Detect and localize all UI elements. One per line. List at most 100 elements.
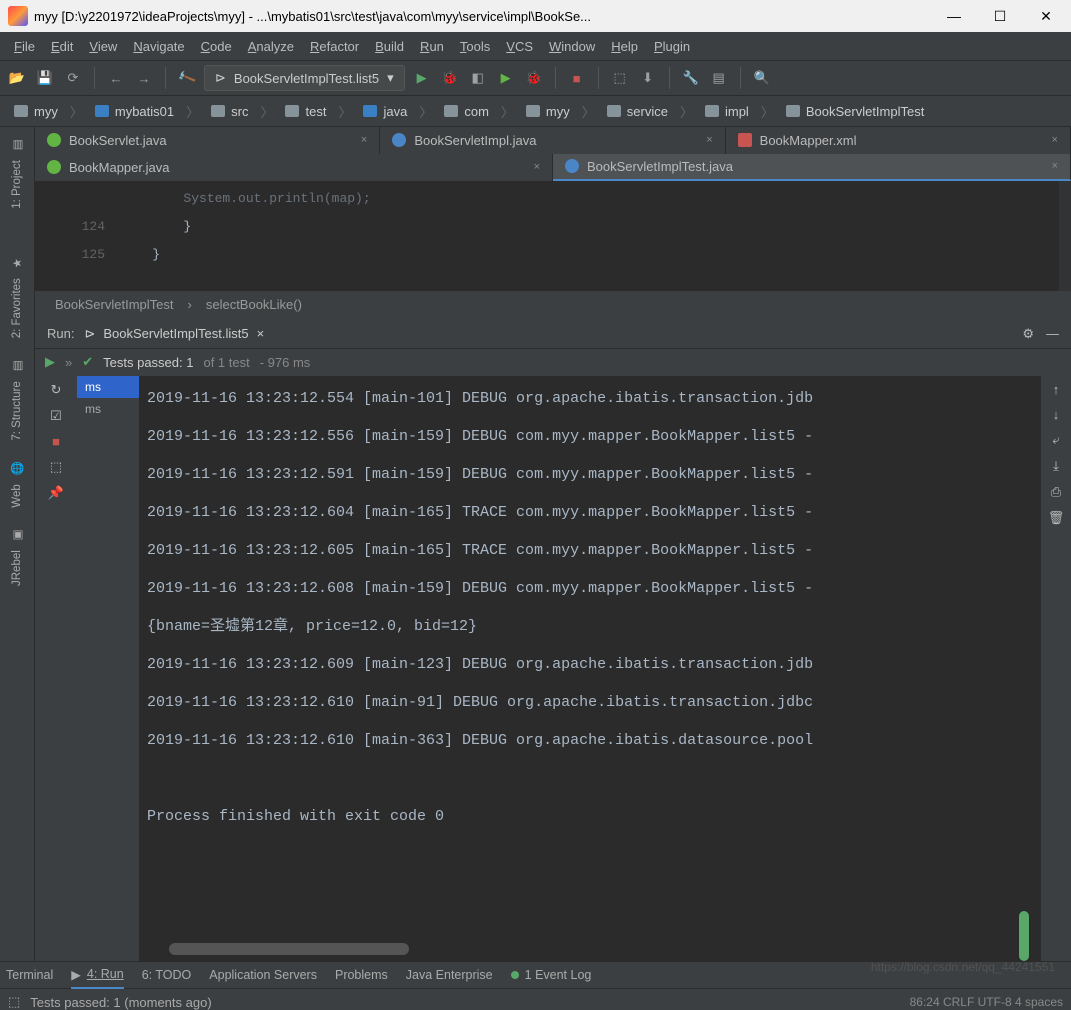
jrebel-debug-icon[interactable]: 🐞 xyxy=(523,67,545,89)
test-tree-item[interactable]: ms xyxy=(77,398,139,420)
breadcrumb-item[interactable]: myy xyxy=(518,99,578,123)
menu-item-help[interactable]: Help xyxy=(611,39,638,54)
bottom-tab-application-servers[interactable]: Application Servers xyxy=(209,968,317,982)
code-area[interactable]: System.out.println(map); } } xyxy=(121,181,1059,291)
sidebar-tab-favorites[interactable]: 2: Favorites ★ xyxy=(10,249,24,346)
show-passed-icon[interactable]: ☑ xyxy=(50,408,62,424)
open-icon[interactable]: 📂 xyxy=(6,67,28,89)
breadcrumb-item[interactable]: impl xyxy=(697,99,757,123)
back-icon[interactable]: ← xyxy=(105,67,127,89)
scroll-end-icon[interactable]: ⤓ xyxy=(1053,458,1059,474)
down-icon[interactable]: ↓ xyxy=(1053,407,1060,422)
bottom-tab-event-log[interactable]: 1 Event Log xyxy=(511,968,592,982)
menu-item-refactor[interactable]: Refactor xyxy=(310,39,359,54)
breadcrumb-class[interactable]: BookServletImplTest xyxy=(55,297,174,312)
test-tree[interactable]: ms ms xyxy=(77,376,139,961)
menu-item-tools[interactable]: Tools xyxy=(460,39,490,54)
gear-icon[interactable]: ⚙ xyxy=(1022,326,1034,342)
minimize-button[interactable]: — xyxy=(931,0,977,32)
print-icon[interactable]: ⎙ xyxy=(1051,484,1061,500)
structure-icon[interactable]: ▤ xyxy=(708,67,730,89)
menu-item-file[interactable]: File xyxy=(14,39,35,54)
menu-item-view[interactable]: View xyxy=(89,39,117,54)
breadcrumb-item[interactable]: java xyxy=(355,99,415,123)
console-output[interactable]: 2019-11-16 13:23:12.554 [main-101] DEBUG… xyxy=(139,376,1041,961)
close-tab-icon[interactable]: × xyxy=(534,161,540,173)
menu-item-code[interactable]: Code xyxy=(201,39,232,54)
bottom-tab-4-run[interactable]: ▶4: Run xyxy=(71,961,123,989)
menu-item-edit[interactable]: Edit xyxy=(51,39,73,54)
bottom-tab-problems[interactable]: Problems xyxy=(335,968,388,982)
status-icon[interactable]: ⬚ xyxy=(8,994,20,1010)
breadcrumb-item[interactable]: service xyxy=(599,99,676,123)
close-tab-icon[interactable]: × xyxy=(361,134,367,146)
editor-tab[interactable]: BookServletImplTest.java× xyxy=(553,154,1071,181)
settings-icon[interactable]: 🔧 xyxy=(680,67,702,89)
menu-item-vcs[interactable]: VCS xyxy=(506,39,533,54)
java-file-icon xyxy=(565,159,579,173)
run-tab-close[interactable]: × xyxy=(257,326,265,341)
console-line: 2019-11-16 13:23:12.591 [main-159] DEBUG… xyxy=(147,456,1041,494)
console-line: {bname=圣墟第12章, price=12.0, bid=12} xyxy=(147,608,1041,646)
close-tab-icon[interactable]: × xyxy=(1052,134,1058,146)
breadcrumb-item[interactable]: myy xyxy=(6,99,66,123)
breadcrumb-item[interactable]: BookServletImplTest xyxy=(778,99,933,123)
search-icon[interactable]: 🔍 xyxy=(751,67,773,89)
breadcrumb-item[interactable]: src xyxy=(203,99,256,123)
menu-item-navigate[interactable]: Navigate xyxy=(133,39,184,54)
breadcrumb-item[interactable]: mybatis01 xyxy=(87,99,182,123)
coverage-icon[interactable]: ◧ xyxy=(467,67,489,89)
history-icon[interactable]: ↻ xyxy=(51,382,62,398)
pin-icon[interactable]: 📌 xyxy=(48,485,64,501)
run-config-selector[interactable]: ⊳ BookServletImplTest.list5 ▾ xyxy=(204,65,405,91)
attach-icon[interactable]: ⬇ xyxy=(637,67,659,89)
close-tab-icon[interactable]: × xyxy=(1052,160,1058,172)
forward-icon[interactable]: → xyxy=(133,67,155,89)
wrap-icon[interactable]: ⤶ xyxy=(1052,432,1059,448)
vertical-scrollbar[interactable] xyxy=(1019,911,1029,961)
bottom-tab-terminal[interactable]: Terminal xyxy=(6,968,53,982)
build-icon[interactable]: 🔨 xyxy=(172,63,201,92)
editor-tab[interactable]: BookServletImpl.java× xyxy=(380,127,725,154)
horizontal-scrollbar[interactable] xyxy=(169,943,409,955)
profiler-icon[interactable]: ⬚ xyxy=(609,67,631,89)
collapse-icon[interactable]: — xyxy=(1046,326,1059,341)
sidebar-tab-structure[interactable]: 7: Structure ▤ xyxy=(10,352,24,449)
menu-item-plugin[interactable]: Plugin xyxy=(654,39,690,54)
close-button[interactable]: ✕ xyxy=(1023,0,1069,32)
bottom-tab-6-todo[interactable]: 6: TODO xyxy=(142,968,192,982)
debug-button[interactable]: 🐞 xyxy=(439,67,461,89)
stop-icon[interactable]: ■ xyxy=(52,434,60,449)
editor-tab[interactable]: BookMapper.xml× xyxy=(726,127,1071,154)
run-button[interactable]: ▶ xyxy=(411,67,433,89)
test-tree-item[interactable]: ms xyxy=(77,376,139,398)
menu-item-analyze[interactable]: Analyze xyxy=(248,39,294,54)
refresh-icon[interactable]: ⟳ xyxy=(62,67,84,89)
menu-item-build[interactable]: Build xyxy=(375,39,404,54)
run-tab[interactable]: ⊳ BookServletImplTest.list5 × xyxy=(84,326,264,342)
editor-tab[interactable]: BookMapper.java× xyxy=(35,154,553,181)
sidebar-tab-project[interactable]: 1: Project ▤ xyxy=(10,131,24,217)
maximize-button[interactable]: ☐ xyxy=(977,0,1023,32)
close-tab-icon[interactable]: × xyxy=(706,134,712,146)
editor-tab[interactable]: BookServlet.java× xyxy=(35,127,380,154)
up-icon[interactable]: ↑ xyxy=(1053,382,1060,397)
breadcrumb-item[interactable]: com xyxy=(436,99,497,123)
stop-icon[interactable]: ■ xyxy=(566,67,588,89)
status-details[interactable]: 86:24 CRLF UTF-8 4 spaces xyxy=(910,995,1063,1009)
jrebel-run-icon[interactable]: ▶ xyxy=(495,67,517,89)
expand-icon[interactable]: » xyxy=(65,355,72,370)
menu-item-window[interactable]: Window xyxy=(549,39,595,54)
save-icon[interactable]: 💾 xyxy=(34,67,56,89)
menu-item-run[interactable]: Run xyxy=(420,39,444,54)
sidebar-tab-web[interactable]: Web 🌐 xyxy=(10,455,24,516)
editor-area[interactable]: 124 125 System.out.println(map); } } xyxy=(35,181,1071,291)
clear-icon[interactable]: 🗑 xyxy=(1048,510,1065,526)
breadcrumb-item[interactable]: test xyxy=(277,99,334,123)
minimap[interactable] xyxy=(1059,181,1071,291)
breadcrumb-method[interactable]: selectBookLike() xyxy=(206,297,302,312)
dump-icon[interactable]: ⬚ xyxy=(50,459,62,475)
rerun-icon[interactable]: ▶ xyxy=(45,354,55,370)
sidebar-tab-jrebel[interactable]: JRebel ▣ xyxy=(10,521,24,594)
bottom-tab-java-enterprise[interactable]: Java Enterprise xyxy=(406,968,493,982)
